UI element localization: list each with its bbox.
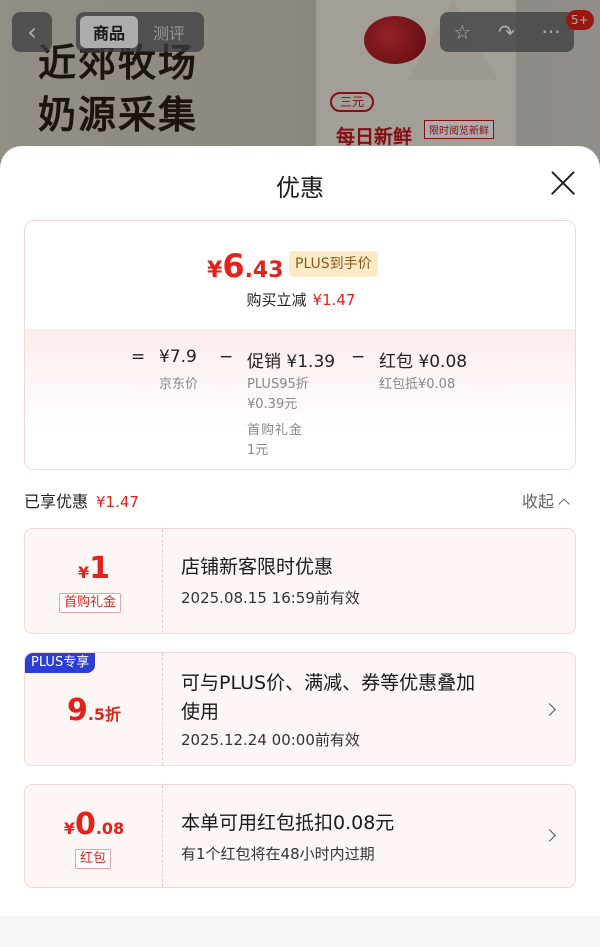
- final-price-yen: ¥: [207, 258, 223, 283]
- offer-card-first-purchase[interactable]: ¥1 首购礼金 店铺新客限时优惠 2025.08.15 16:59前有效: [24, 528, 576, 634]
- enjoyed-discount: 已享优惠 ¥1.47: [24, 488, 139, 512]
- promo-detail-1: PLUS95折: [247, 377, 309, 392]
- discount-sheet: 优惠 ¥6.43 PLUS到手价 购买立减 ¥1.47 = ¥7.9 京东价 − …: [0, 146, 600, 947]
- enjoyed-label: 已享优惠: [24, 492, 89, 511]
- promo-detail-4: 1元: [247, 443, 269, 458]
- offer-amount: 9.5折: [25, 693, 163, 728]
- bottom-bar: [0, 916, 600, 947]
- final-price-dec: .43: [244, 258, 284, 283]
- jd-price-label: 京东价: [159, 377, 199, 392]
- offer-title: 店铺新客限时优惠: [181, 556, 334, 578]
- final-price: ¥6.43: [207, 247, 284, 285]
- offer-amount-main: 0: [74, 807, 96, 842]
- offer-detail: 有1个红包将在48小时内过期: [181, 845, 375, 863]
- equals-sign: =: [131, 347, 146, 367]
- redpack-amount: ¥0.08: [418, 352, 468, 372]
- offer-card-redpack[interactable]: ¥0.08 红包 本单可用红包抵扣0.08元 有1个红包将在48小时内过期: [24, 784, 576, 888]
- offer-amount-main: 1: [89, 551, 110, 586]
- instant-discount-label: 购买立减: [246, 291, 307, 309]
- instant-discount: 购买立减 ¥1.47: [25, 289, 575, 310]
- chevron-right-icon[interactable]: [543, 829, 556, 842]
- offer-amount-prefix: ¥: [77, 563, 90, 582]
- offer-title-line2: 使用: [181, 701, 220, 723]
- offer-tag: 首购礼金: [59, 593, 122, 613]
- offer-title-line1: 可与PLUS价、满减、券等优惠叠加: [181, 672, 476, 694]
- redpack-label: 红包: [379, 352, 413, 372]
- chevron-right-icon[interactable]: [543, 703, 556, 716]
- offer-title: 本单可用红包抵扣0.08元: [181, 812, 395, 834]
- offer-validity: 2025.12.24 00:00前有效: [181, 731, 360, 749]
- price-breakdown-card: ¥6.43 PLUS到手价 购买立减 ¥1.47 = ¥7.9 京东价 − 促销 …: [24, 220, 576, 470]
- instant-discount-amount: ¥1.47: [312, 291, 356, 309]
- minus-sign-2: −: [351, 347, 366, 367]
- chevron-up-icon: [558, 498, 570, 510]
- promo-row: 促销 ¥1.39: [247, 347, 335, 372]
- offer-amount-suffix: .5折: [87, 705, 122, 724]
- offer-card-plus[interactable]: PLUS专享 9.5折 可与PLUS价、满减、券等优惠叠加 使用 2025.12…: [24, 652, 576, 766]
- offer-amount-suffix: .08: [95, 819, 125, 838]
- offer-amount: ¥0.08: [25, 807, 163, 842]
- plus-exclusive-flag: PLUS专享: [25, 653, 96, 673]
- sheet-title: 优惠: [276, 174, 324, 202]
- final-price-int: 6: [222, 247, 245, 285]
- offer-amount-prefix: ¥: [63, 819, 75, 838]
- minus-sign-1: −: [219, 347, 234, 367]
- collapse-button[interactable]: 收起: [522, 488, 570, 512]
- enjoyed-amount: ¥1.47: [96, 493, 139, 511]
- offer-tag: 红包: [75, 849, 112, 869]
- jd-price: ¥7.9: [159, 347, 197, 367]
- plus-price-tag: PLUS到手价: [289, 251, 378, 277]
- redpack-detail: 红包抵¥0.08: [379, 377, 456, 392]
- close-icon[interactable]: [544, 164, 582, 202]
- redpack-row: 红包 ¥0.08: [379, 347, 467, 372]
- promo-amount: ¥1.39: [286, 352, 336, 372]
- offer-validity: 2025.08.15 16:59前有效: [181, 589, 360, 607]
- offer-amount-main: 9: [66, 693, 88, 728]
- promo-detail-3: 首购礼金: [247, 423, 304, 438]
- collapse-label: 收起: [522, 492, 555, 511]
- promo-label: 促销: [247, 352, 281, 372]
- offer-amount: ¥1: [25, 551, 163, 586]
- promo-detail-2: ¥0.39元: [247, 397, 298, 412]
